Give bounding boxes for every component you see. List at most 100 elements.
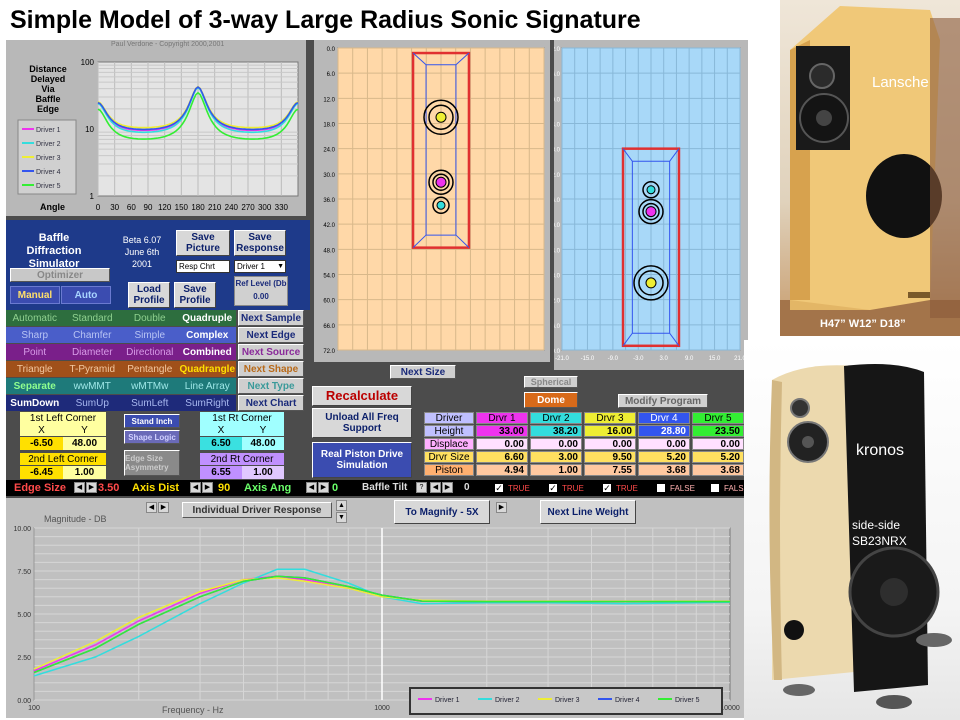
- manual-button[interactable]: Manual: [10, 286, 60, 304]
- driver-1-value-3[interactable]: 4.94: [476, 464, 528, 476]
- next-sample-button[interactable]: Next Sample: [238, 310, 304, 326]
- mag-up-arrow[interactable]: ▲: [336, 500, 347, 511]
- option-combined[interactable]: Combined: [179, 344, 237, 360]
- option-diameter[interactable]: Diameter: [64, 344, 122, 360]
- optimizer-button[interactable]: Optimizer: [10, 268, 110, 282]
- dome-button[interactable]: Dome: [524, 392, 578, 408]
- axis-ang-up[interactable]: ▶: [318, 482, 329, 493]
- driver-5-value-3[interactable]: 3.68: [692, 464, 744, 476]
- driver-2-enable-checkbox[interactable]: ✓: [548, 483, 558, 493]
- option-directional[interactable]: Directional: [121, 344, 179, 360]
- driver-2-value-0[interactable]: 38.20: [530, 425, 582, 437]
- individual-driver-response-button[interactable]: Individual Driver Response: [182, 502, 332, 518]
- load-profile-button[interactable]: Load Profile: [128, 282, 170, 308]
- first-left-y-input[interactable]: 48.00: [63, 437, 106, 450]
- option-sumdown[interactable]: SumDown: [6, 395, 64, 411]
- driver-col-header-1[interactable]: Drvr 1: [476, 412, 528, 424]
- baffle-tilt-down[interactable]: ◀: [430, 482, 441, 493]
- option-wwmmt[interactable]: wwMMT: [64, 378, 122, 394]
- driver-3-value-2[interactable]: 9.50: [584, 451, 636, 463]
- second-right-y-input[interactable]: 1.00: [242, 466, 284, 479]
- option-pentangle[interactable]: Pentangle: [121, 361, 179, 377]
- driver-4-value-3[interactable]: 3.68: [638, 464, 690, 476]
- driver-1-enable-checkbox[interactable]: ✓: [494, 483, 504, 493]
- driver-1-value-2[interactable]: 6.60: [476, 451, 528, 463]
- option-quadrangle[interactable]: Quadrangle: [179, 361, 237, 377]
- option-simple[interactable]: Simple: [121, 327, 179, 343]
- recalculate-button[interactable]: Recalculate: [312, 386, 412, 406]
- first-right-y-input[interactable]: 48.00: [242, 437, 284, 450]
- option-sumleft[interactable]: SumLeft: [121, 395, 179, 411]
- help-icon[interactable]: ?: [416, 482, 427, 493]
- axis-ang-down[interactable]: ◀: [306, 482, 317, 493]
- driver-2-value-3[interactable]: 1.00: [530, 464, 582, 476]
- option-sumup[interactable]: SumUp: [64, 395, 122, 411]
- edge-size-down[interactable]: ◀: [74, 482, 85, 493]
- driver-3-enable-checkbox[interactable]: ✓: [602, 483, 612, 493]
- next-edge-button[interactable]: Next Edge: [238, 327, 304, 343]
- driver-4-enable-checkbox[interactable]: [656, 483, 666, 493]
- modify-program-button[interactable]: Modify Program: [618, 394, 708, 408]
- second-left-x-input[interactable]: -6.45: [20, 466, 63, 479]
- driver-5-enable-checkbox[interactable]: [710, 483, 720, 493]
- driver-col-header-2[interactable]: Drvr 2: [530, 412, 582, 424]
- save-picture-button[interactable]: Save Picture: [176, 230, 230, 256]
- option-separate[interactable]: Separate: [6, 378, 64, 394]
- next-size-button[interactable]: Next Size: [390, 365, 456, 379]
- option-chamfer[interactable]: Chamfer: [64, 327, 122, 343]
- driver-2-value-1[interactable]: 0.00: [530, 438, 582, 450]
- driver-col-header-3[interactable]: Drvr 3: [584, 412, 636, 424]
- driver-3-value-0[interactable]: 16.00: [584, 425, 636, 437]
- option-quadruple[interactable]: Quadruple: [179, 310, 237, 326]
- edge-size-up[interactable]: ▶: [86, 482, 97, 493]
- next-chart-button[interactable]: Next Chart: [238, 395, 304, 411]
- option-sumright[interactable]: SumRight: [179, 395, 237, 411]
- first-left-x-input[interactable]: -6.50: [20, 437, 63, 450]
- mag-right-arrow[interactable]: ▶: [158, 502, 169, 513]
- real-piston-button[interactable]: Real Piston Drive Simulation: [312, 442, 412, 478]
- second-right-x-input[interactable]: 6.55: [200, 466, 242, 479]
- second-left-y-input[interactable]: 1.00: [63, 466, 106, 479]
- option-point[interactable]: Point: [6, 344, 64, 360]
- driver-col-header-4[interactable]: Drvr 4: [638, 412, 690, 424]
- driver-select[interactable]: Driver 1 ▼: [234, 260, 286, 273]
- next-line-weight-button[interactable]: Next Line Weight: [540, 500, 636, 524]
- option-automatic[interactable]: Automatic: [6, 310, 64, 326]
- resp-chart-select[interactable]: Resp Chrt: [176, 260, 230, 273]
- axis-dist-up[interactable]: ▶: [202, 482, 213, 493]
- driver-4-value-2[interactable]: 5.20: [638, 451, 690, 463]
- mag-left-arrow[interactable]: ◀: [146, 502, 157, 513]
- next-shape-button[interactable]: Next Shape: [238, 361, 304, 377]
- option-wmtmw[interactable]: wMTMw: [121, 378, 179, 394]
- driver-3-value-1[interactable]: 0.00: [584, 438, 636, 450]
- driver-5-value-2[interactable]: 5.20: [692, 451, 744, 463]
- next-source-button[interactable]: Next Source: [238, 344, 304, 360]
- driver-col-header-5[interactable]: Drvr 5: [692, 412, 744, 424]
- driver-4-value-0[interactable]: 28.80: [638, 425, 690, 437]
- next-type-button[interactable]: Next Type: [238, 378, 304, 394]
- driver-5-value-1[interactable]: 0.00: [692, 438, 744, 450]
- save-response-button[interactable]: Save Response: [234, 230, 286, 256]
- first-right-x-input[interactable]: 6.50: [200, 437, 242, 450]
- spherical-button[interactable]: Spherical: [524, 376, 578, 388]
- magnify-right-arrow[interactable]: ▶: [496, 502, 507, 513]
- edge-size-asymmetry-button[interactable]: Edge Size Asymmetry: [124, 450, 180, 476]
- option-complex[interactable]: Complex: [179, 327, 237, 343]
- driver-5-value-0[interactable]: 23.50: [692, 425, 744, 437]
- option-triangle[interactable]: Triangle: [6, 361, 64, 377]
- shape-logic-button[interactable]: Shape Logic: [124, 430, 180, 444]
- save-profile-button[interactable]: Save Profile: [174, 282, 216, 308]
- driver-2-value-2[interactable]: 3.00: [530, 451, 582, 463]
- axis-dist-down[interactable]: ◀: [190, 482, 201, 493]
- auto-button[interactable]: Auto: [61, 286, 111, 304]
- driver-1-value-0[interactable]: 33.00: [476, 425, 528, 437]
- option-sharp[interactable]: Sharp: [6, 327, 64, 343]
- driver-3-value-3[interactable]: 7.55: [584, 464, 636, 476]
- mag-down-arrow[interactable]: ▼: [336, 512, 347, 523]
- driver-4-value-1[interactable]: 0.00: [638, 438, 690, 450]
- stand-inch-button[interactable]: Stand Inch: [124, 414, 180, 428]
- option-double[interactable]: Double: [121, 310, 179, 326]
- magnify-button[interactable]: To Magnify - 5X: [394, 500, 490, 524]
- option-t-pyramid[interactable]: T-Pyramid: [64, 361, 122, 377]
- driver-1-value-1[interactable]: 0.00: [476, 438, 528, 450]
